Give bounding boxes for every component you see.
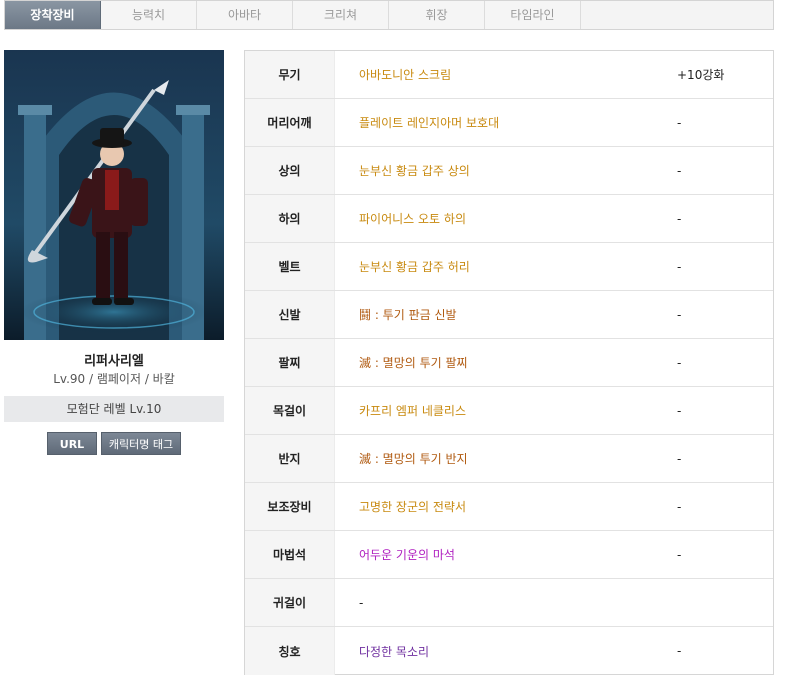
equipment-row-bracelet: 팔찌 滅 : 멸망의 투기 팔찌 - — [245, 339, 773, 387]
item-name[interactable]: 플레이트 레인지아머 보호대 — [359, 99, 499, 146]
item-name: - — [359, 595, 364, 610]
equipment-row-head-shoulder: 머리어깨 플레이트 레인지아머 보호대 - — [245, 99, 773, 147]
tab-equipment[interactable]: 장착장비 — [5, 1, 101, 29]
slot-label: 신발 — [245, 291, 335, 338]
item-name[interactable]: 눈부신 황금 갑주 상의 — [359, 147, 470, 194]
item-name[interactable]: 파이어니스 오토 하의 — [359, 195, 466, 242]
tab-avatar[interactable]: 아바타 — [197, 1, 293, 29]
slot-label: 귀걸이 — [245, 579, 335, 626]
item-upgrade: - — [677, 259, 682, 274]
slot-label: 보조장비 — [245, 483, 335, 530]
item-name[interactable]: 어두운 기운의 마석 — [359, 531, 455, 578]
equipment-row-ring: 반지 滅 : 멸망의 투기 반지 - — [245, 435, 773, 483]
equipment-row-sub-equipment: 보조장비 고명한 장군의 전략서 - — [245, 483, 773, 531]
equipment-row-title: 칭호 다정한 목소리 - — [245, 627, 773, 675]
slot-label: 상의 — [245, 147, 335, 194]
tab-bar: 장착장비 능력치 아바타 크리쳐 휘장 타임라인 — [4, 0, 774, 30]
item-upgrade: - — [677, 163, 682, 178]
slot-label: 하의 — [245, 195, 335, 242]
item-upgrade: - — [677, 355, 682, 370]
slot-label: 무기 — [245, 51, 335, 98]
item-upgrade: - — [677, 307, 682, 322]
item-upgrade: - — [677, 644, 682, 658]
equipment-row-magic-stone: 마법석 어두운 기운의 마석 - — [245, 531, 773, 579]
character-info: Lv.90 / 램페이저 / 바칼 — [53, 372, 175, 386]
slot-label: 머리어깨 — [245, 99, 335, 146]
tab-stats[interactable]: 능력치 — [101, 1, 197, 29]
slot-label: 벨트 — [245, 243, 335, 290]
tab-timeline[interactable]: 타임라인 — [485, 1, 581, 29]
item-name[interactable]: 고명한 장군의 전략서 — [359, 483, 466, 530]
character-tag-button[interactable]: 캐릭터명 태그 — [101, 432, 181, 455]
item-upgrade: - — [677, 403, 682, 418]
slot-label: 팔찌 — [245, 339, 335, 386]
equipment-row-weapon: 무기 아바도니안 스크림 +10강화 — [245, 51, 773, 99]
equipment-row-shoes: 신발 鬪 : 투기 판금 신발 - — [245, 291, 773, 339]
equipment-row-belt: 벨트 눈부신 황금 갑주 허리 - — [245, 243, 773, 291]
item-name[interactable]: 카프리 엠퍼 네클리스 — [359, 387, 466, 434]
item-name[interactable]: 滅 : 멸망의 투기 반지 — [359, 435, 468, 482]
adventure-level: 모험단 레벨 Lv.10 — [4, 396, 224, 422]
character-name: 리퍼사리엘 — [84, 354, 144, 369]
character-portrait — [4, 50, 224, 340]
item-upgrade: +10강화 — [677, 68, 725, 82]
equipment-row-necklace: 목걸이 카프리 엠퍼 네클리스 - — [245, 387, 773, 435]
item-name[interactable]: 눈부신 황금 갑주 허리 — [359, 243, 470, 290]
slot-label: 목걸이 — [245, 387, 335, 434]
slot-label: 칭호 — [245, 627, 335, 675]
item-upgrade: - — [677, 211, 682, 226]
item-upgrade: - — [677, 451, 682, 466]
item-upgrade: - — [677, 547, 682, 562]
url-button[interactable]: URL — [47, 432, 97, 455]
slot-label: 반지 — [245, 435, 335, 482]
tab-creature[interactable]: 크리쳐 — [293, 1, 389, 29]
item-upgrade: - — [677, 499, 682, 514]
equipment-table: 무기 아바도니안 스크림 +10강화 머리어깨 플레이트 레인지아머 보호대 -… — [244, 50, 774, 675]
item-name[interactable]: 鬪 : 투기 판금 신발 — [359, 291, 457, 338]
equipment-row-earring: 귀걸이 - — [245, 579, 773, 627]
slot-label: 마법석 — [245, 531, 335, 578]
item-name[interactable]: 아바도니안 스크림 — [359, 51, 451, 98]
tab-emblem[interactable]: 휘장 — [389, 1, 485, 29]
item-name[interactable]: 다정한 목소리 — [359, 627, 429, 675]
equipment-row-top: 상의 눈부신 황금 갑주 상의 - — [245, 147, 773, 195]
item-name[interactable]: 滅 : 멸망의 투기 팔찌 — [359, 339, 468, 386]
equipment-row-bottom: 하의 파이어니스 오토 하의 - — [245, 195, 773, 243]
item-upgrade: - — [677, 115, 682, 130]
